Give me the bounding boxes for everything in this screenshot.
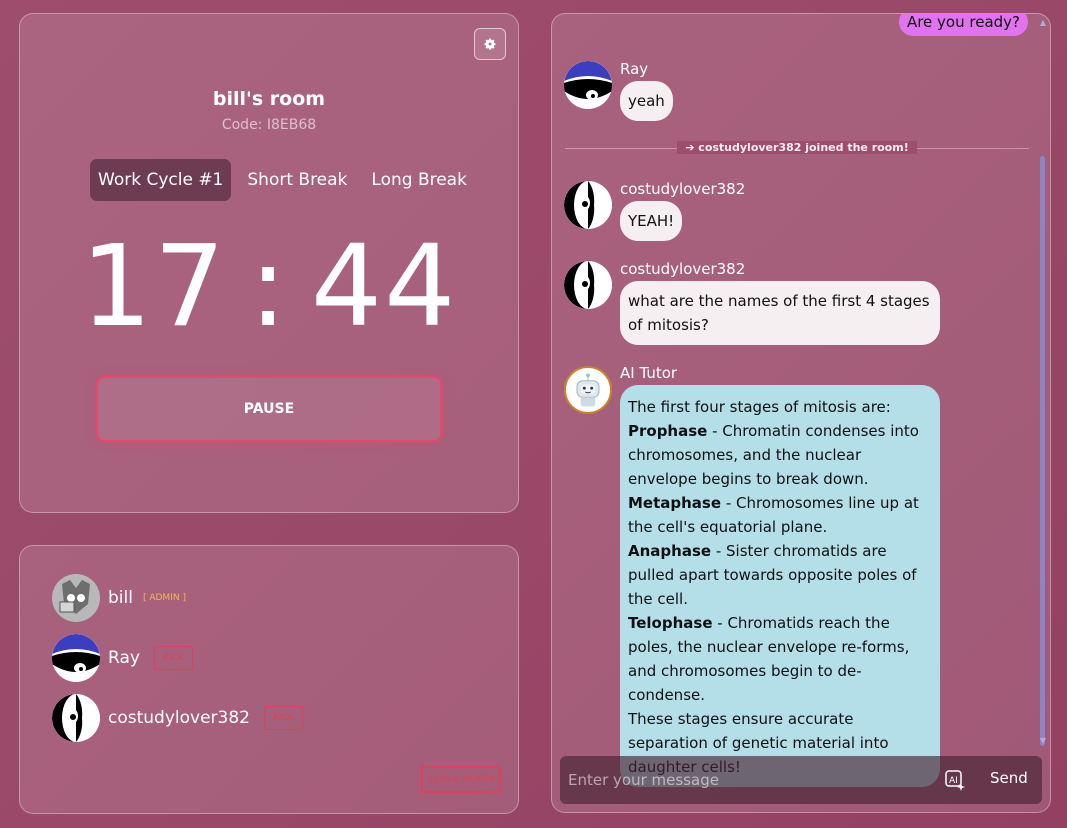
stage-item: Metaphase - Chromosomes line up at the c…	[628, 491, 932, 539]
scroll-down-arrow[interactable]: ▼	[1040, 736, 1046, 745]
members-panel: bill [ ADMIN ] Ray KICK costudylover382 …	[19, 545, 519, 814]
stage-name: Metaphase	[628, 494, 722, 512]
tab-work-cycle[interactable]: Work Cycle #1	[90, 159, 232, 201]
timer-minutes: 17	[80, 222, 228, 352]
send-button[interactable]: Send	[990, 769, 1028, 787]
kick-button[interactable]: KICK	[263, 706, 303, 730]
stage-item: Telophase - Chromatids reach the poles, …	[628, 611, 932, 707]
stage-name: Telophase	[628, 614, 713, 632]
ai-assist-button[interactable]: AI	[944, 769, 966, 791]
stage-name: Anaphase	[628, 542, 712, 560]
message-sender: costudylover382	[620, 260, 746, 278]
ai-message-bubble: The first four stages of mitosis are: Pr…	[620, 385, 940, 787]
timer-separator: :	[249, 222, 289, 352]
avatar	[564, 61, 612, 109]
member-row: bill [ ADMIN ]	[52, 574, 186, 622]
ai-tutor-avatar	[564, 366, 612, 414]
tab-long-break[interactable]: Long Break	[363, 159, 475, 201]
leave-room-button[interactable]: LEAVE ROOM	[421, 766, 501, 793]
member-name: bill	[108, 588, 133, 608]
message-bubble: what are the names of the first 4 stages…	[620, 281, 940, 345]
message-input[interactable]	[568, 768, 928, 792]
message-sender: Ray	[620, 60, 649, 78]
avatar	[52, 634, 100, 682]
settings-button[interactable]	[474, 28, 506, 60]
stage-item: Anaphase - Sister chromatids are pulled …	[628, 539, 932, 611]
chat-scrollbar[interactable]	[1040, 156, 1045, 746]
message-sender: costudylover382	[620, 180, 746, 198]
timer-seconds: 44	[310, 222, 458, 352]
stage-name: Prophase	[628, 422, 708, 440]
message-bubble: yeah	[620, 81, 673, 121]
avatar	[52, 694, 100, 742]
timer-tabs: Work Cycle #1 Short Break Long Break	[90, 159, 483, 201]
chat-panel: ▲ ▼ Are you ready? Ray yeah ➔ costudylov…	[551, 13, 1051, 813]
kick-button[interactable]: KICK	[153, 646, 193, 670]
gear-icon	[484, 38, 496, 50]
room-title: bill's room	[212, 88, 326, 110]
chat-input-bar: AI Send	[560, 756, 1042, 804]
my-message-bubble: Are you ready?	[898, 14, 1028, 36]
member-name: costudylover382	[108, 708, 250, 728]
admin-badge: [ ADMIN ]	[142, 593, 186, 603]
message-sender: AI Tutor	[620, 364, 678, 382]
tab-short-break[interactable]: Short Break	[239, 159, 355, 201]
avatar	[564, 261, 612, 309]
avatar	[52, 574, 100, 622]
stage-item: Prophase - Chromatin condenses into chro…	[628, 419, 932, 491]
timer-display: 17 : 44	[20, 222, 518, 352]
ai-intro: The first four stages of mitosis are:	[628, 398, 891, 416]
member-row: Ray KICK	[52, 634, 193, 682]
join-notice: ➔ costudylover382 joined the room!	[552, 141, 1042, 154]
ai-sparkle-icon: AI	[945, 770, 965, 791]
room-code: Code: I8EB68	[221, 117, 317, 133]
avatar	[564, 181, 612, 229]
pause-button[interactable]: PAUSE	[96, 376, 442, 442]
join-notice-text: ➔ costudylover382 joined the room!	[677, 141, 917, 154]
member-row: costudylover382 KICK	[52, 694, 303, 742]
timer-panel: bill's room Code: I8EB68 Work Cycle #1 S…	[19, 13, 519, 513]
message-bubble: YEAH!	[620, 201, 683, 241]
scroll-up-arrow[interactable]: ▲	[1040, 18, 1046, 27]
member-name: Ray	[108, 648, 140, 668]
svg-text:AI: AI	[949, 776, 958, 786]
